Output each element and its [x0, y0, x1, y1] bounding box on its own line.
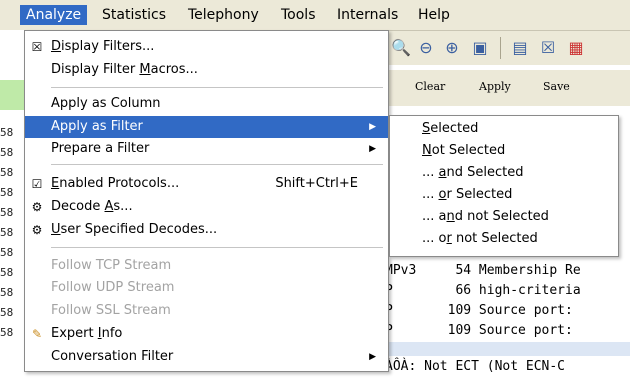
- coloring-rules-icon[interactable]: ▦: [567, 39, 585, 57]
- menu-item-display-filters[interactable]: ☒ Display Filters...: [25, 36, 388, 58]
- menu-item-enabled-protocols[interactable]: ☑ Enabled Protocols... Shift+Ctrl+E: [25, 173, 388, 195]
- submenu-arrow-icon: ▶: [369, 144, 376, 154]
- menu-item-apply-as-filter[interactable]: Apply as Filter ▶: [25, 116, 388, 138]
- zoom-out-icon[interactable]: ⊖: [417, 39, 435, 57]
- table-row[interactable]: P 66 high-criteria: [385, 280, 630, 302]
- menu-item-label: Expert Info: [51, 326, 123, 341]
- row-number: 58: [0, 166, 14, 179]
- main-toolbar: 🔍 ⊖ ⊕ ▣ ▤ ☒ ▦: [385, 31, 630, 65]
- toolbar-divider: [500, 37, 501, 59]
- row-number: 58: [0, 146, 14, 159]
- table-row[interactable]: P 109 Source port:: [385, 300, 630, 322]
- menu-item-shortcut: Shift+Ctrl+E: [275, 176, 358, 191]
- menu-tools[interactable]: Tools: [275, 5, 322, 25]
- green-row-fragment: [0, 80, 24, 110]
- menu-item-label: Follow TCP Stream: [51, 258, 172, 273]
- menu-internals[interactable]: Internals: [331, 5, 404, 25]
- submenu-arrow-icon: ▶: [369, 122, 376, 132]
- analyze-menu: ☒ Display Filters... Display Filter Macr…: [24, 30, 389, 372]
- menu-item-expert-info[interactable]: ✎ Expert Info: [25, 323, 388, 345]
- row-number: 58: [0, 126, 14, 139]
- submenu-item-and-selected[interactable]: ... and Selected: [422, 162, 523, 184]
- save-filter-button[interactable]: Save: [543, 80, 570, 93]
- filter-icon: ☒: [31, 40, 43, 54]
- menu-statistics[interactable]: Statistics: [96, 5, 172, 25]
- submenu-item-not-selected[interactable]: Not Selected: [422, 140, 505, 162]
- menu-item-follow-udp-stream[interactable]: Follow UDP Stream: [25, 277, 388, 299]
- display-filters-icon[interactable]: ☒: [539, 39, 557, 57]
- menu-item-label: Follow UDP Stream: [51, 280, 175, 295]
- apply-as-filter-submenu: Selected Not Selected ... and Selected .…: [389, 115, 619, 257]
- menu-item-decode-as[interactable]: ⚙ Decode As...: [25, 196, 388, 218]
- menu-item-follow-tcp-stream[interactable]: Follow TCP Stream: [25, 255, 388, 277]
- row-number: 58: [0, 266, 14, 279]
- menu-bar: Analyze Statistics Telephony Tools Inter…: [0, 0, 630, 31]
- submenu-item-and-not-selected[interactable]: ... and not Selected: [422, 206, 549, 228]
- apply-filter-button[interactable]: Apply: [479, 80, 511, 93]
- menu-item-label: Decode As...: [51, 199, 133, 214]
- row-number: 58: [0, 226, 14, 239]
- submenu-item-or-not-selected[interactable]: ... or not Selected: [422, 228, 538, 250]
- row-number: 58: [0, 306, 14, 319]
- table-row[interactable]: P 109 Source port:: [385, 320, 630, 342]
- clear-filter-button[interactable]: Clear: [415, 80, 445, 93]
- menu-item-conversation-filter[interactable]: Conversation Filter ▶: [25, 346, 388, 368]
- menu-analyze[interactable]: Analyze: [20, 5, 88, 25]
- pencil-icon: ✎: [31, 327, 43, 341]
- menu-item-label: Apply as Column: [51, 96, 161, 111]
- menu-help[interactable]: Help: [412, 5, 456, 25]
- filter-toolbar: Clear Apply Save: [385, 70, 630, 106]
- menu-item-label: Conversation Filter: [51, 349, 174, 364]
- menu-item-follow-ssl-stream[interactable]: Follow SSL Stream: [25, 300, 388, 322]
- row-number: 58: [0, 186, 14, 199]
- menu-item-label: Display Filters...: [51, 39, 155, 54]
- submenu-item-selected[interactable]: Selected: [422, 118, 478, 140]
- menu-telephony[interactable]: Telephony: [182, 5, 265, 25]
- row-number: 58: [0, 286, 14, 299]
- menu-item-apply-as-column[interactable]: Apply as Column: [25, 93, 388, 115]
- resize-columns-icon[interactable]: ▣: [471, 39, 489, 57]
- detail-row[interactable]: ÀÔÀ: Not ECT (Not ECN-C: [385, 356, 630, 378]
- menu-item-label: Display Filter Macros...: [51, 62, 198, 77]
- menu-item-prepare-a-filter[interactable]: Prepare a Filter ▶: [25, 138, 388, 160]
- checkbox-icon: ☑: [31, 177, 43, 191]
- menu-item-label: Follow SSL Stream: [51, 303, 171, 318]
- row-text: MPv3 54 Membership Re: [385, 263, 581, 278]
- menu-separator: [51, 164, 383, 165]
- submenu-item-or-selected[interactable]: ... or Selected: [422, 184, 512, 206]
- packet-list: MPv3 54 Membership Re P 66 high-criteria…: [385, 260, 630, 374]
- decode-icon: ⚙: [31, 200, 43, 214]
- menu-separator: [51, 87, 383, 88]
- table-row[interactable]: MPv3 54 Membership Re: [385, 260, 630, 282]
- normal-size-icon[interactable]: ⊕: [443, 39, 461, 57]
- submenu-arrow-icon: ▶: [369, 352, 376, 362]
- menu-item-label: Enabled Protocols...: [51, 176, 180, 191]
- menu-separator: [51, 247, 383, 248]
- menu-item-label: User Specified Decodes...: [51, 222, 218, 237]
- zoom-in-icon[interactable]: 🔍: [391, 39, 411, 57]
- row-text: P 66 high-criteria: [385, 283, 581, 298]
- row-number: 58: [0, 246, 14, 259]
- row-text: P 109 Source port:: [385, 303, 573, 318]
- menu-item-label: Apply as Filter: [51, 119, 143, 134]
- row-text: P 109 Source port:: [385, 323, 573, 338]
- capture-filters-icon[interactable]: ▤: [511, 39, 529, 57]
- menu-item-display-filter-macros[interactable]: Display Filter Macros...: [25, 59, 388, 81]
- packet-list-left-edge: 58 58 58 58 58 58 58 58 58 58 58: [0, 30, 24, 372]
- detail-pane-divider: [385, 342, 630, 356]
- menu-item-user-specified-decodes[interactable]: ⚙ User Specified Decodes...: [25, 219, 388, 241]
- menu-item-label: Prepare a Filter: [51, 141, 150, 156]
- decode-icon: ⚙: [31, 223, 43, 237]
- row-number: 58: [0, 206, 14, 219]
- row-number: 58: [0, 326, 14, 339]
